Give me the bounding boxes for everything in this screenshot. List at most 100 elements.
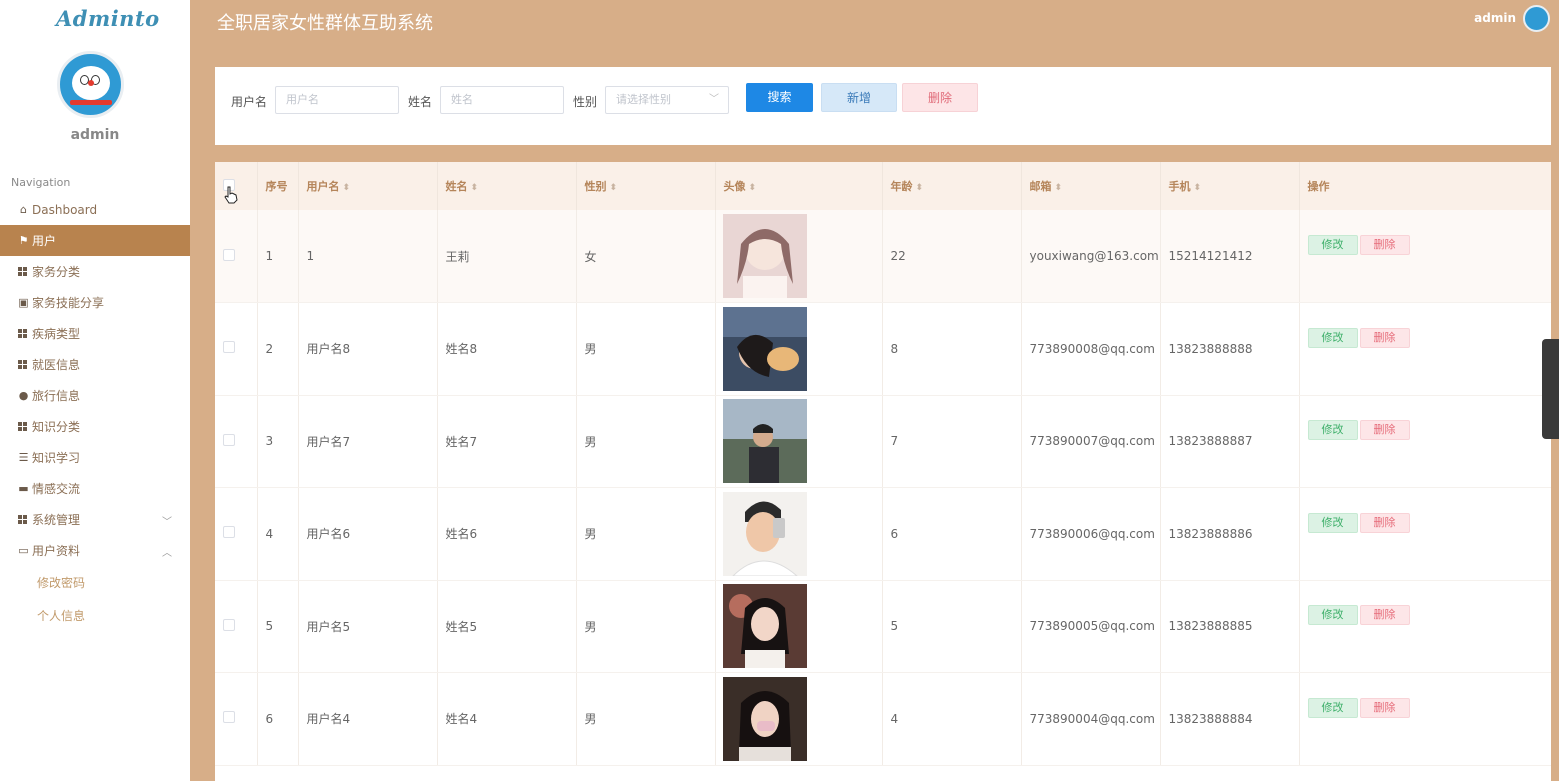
sidebar-item-travel-info[interactable]: ● 旅行信息 bbox=[0, 380, 190, 411]
edit-button[interactable]: 修改 bbox=[1307, 235, 1358, 255]
cell-name: 姓名7 bbox=[437, 395, 577, 488]
table-row[interactable]: 5 用户名5 姓名5 男 5 773890005@qq.com 13823888… bbox=[215, 580, 1551, 673]
cell-index: 1 bbox=[257, 210, 299, 303]
row-checkbox[interactable] bbox=[223, 341, 235, 354]
cell-gender: 男 bbox=[576, 672, 716, 766]
sidebar-item-knowledge-learning[interactable]: ☰ 知识学习 bbox=[0, 442, 190, 473]
row-checkbox[interactable] bbox=[223, 433, 235, 446]
delete-button[interactable]: 删除 bbox=[1359, 327, 1410, 348]
avatar-image bbox=[722, 214, 807, 298]
monitor-icon: ▬ bbox=[18, 482, 29, 495]
column-header-age[interactable]: 年龄 ⬍ bbox=[882, 162, 1022, 210]
edit-button[interactable]: 修改 bbox=[1307, 512, 1358, 533]
table-row[interactable]: 4 用户名6 姓名6 男 6 773890006@qq.com 13823888… bbox=[215, 487, 1551, 581]
gender-select[interactable]: 请选择性别 ﹀ bbox=[605, 86, 729, 114]
cell-phone: 13823888888 bbox=[1160, 302, 1300, 396]
cell-avatar bbox=[715, 487, 883, 581]
sort-icon[interactable]: ⬍ bbox=[916, 183, 924, 193]
row-checkbox[interactable] bbox=[223, 526, 235, 539]
delete-button[interactable]: 删除 bbox=[1359, 697, 1410, 718]
app-logo[interactable]: Adminto bbox=[56, 6, 160, 31]
edit-button[interactable]: 修改 bbox=[1307, 697, 1358, 718]
sidebar-item-housework-skills[interactable]: ▣ 家务技能分享 bbox=[0, 287, 190, 318]
grid-icon bbox=[18, 515, 27, 524]
column-header-avatar[interactable]: 头像 ⬍ bbox=[715, 162, 883, 210]
batch-delete-button[interactable]: 删除 bbox=[902, 83, 978, 112]
table-row[interactable]: 6 用户名4 姓名4 男 4 773890004@qq.com 13823888… bbox=[215, 672, 1551, 766]
sidebar-item-knowledge-category[interactable]: 知识分类 bbox=[0, 411, 190, 442]
cell-avatar bbox=[715, 672, 883, 766]
sort-icon[interactable]: ⬍ bbox=[1194, 183, 1202, 193]
avatar-image bbox=[722, 491, 807, 576]
sidebar-item-users[interactable]: ⚑ 用户 bbox=[0, 225, 190, 256]
cell-index: 5 bbox=[257, 580, 299, 673]
user-table: 序号 用户名 ⬍ 姓名 ⬍ 性别 ⬍ 头像 ⬍ 年龄 ⬍ 邮箱 ⬍ 手机 ⬍ 操作 1 1 王… bbox=[215, 162, 1551, 781]
home-icon: ⌂ bbox=[20, 203, 27, 216]
sidebar-item-label: 知识学习 bbox=[32, 451, 81, 465]
edit-button[interactable]: 修改 bbox=[1307, 327, 1358, 348]
sidebar-item-housework-category[interactable]: 家务分类 bbox=[0, 256, 190, 287]
delete-button[interactable]: 删除 bbox=[1359, 512, 1410, 533]
cell-index: 4 bbox=[257, 487, 299, 581]
cell-email: 773890007@qq.com bbox=[1021, 395, 1161, 488]
sort-icon[interactable]: ⬍ bbox=[610, 183, 618, 193]
column-header-phone[interactable]: 手机 ⬍ bbox=[1160, 162, 1300, 210]
sidebar-item-dashboard[interactable]: ⌂ Dashboard bbox=[0, 194, 190, 225]
header-avatar[interactable] bbox=[1523, 5, 1550, 32]
sidebar-subitem-change-password[interactable]: 修改密码 bbox=[0, 566, 190, 599]
sidebar-item-label: 用户资料 bbox=[32, 544, 81, 558]
delete-button[interactable]: 删除 bbox=[1359, 605, 1410, 626]
table-row[interactable]: 3 用户名7 姓名7 男 7 773890007@qq.com 13823888… bbox=[215, 395, 1551, 488]
cell-avatar bbox=[715, 302, 883, 396]
cell-email: 773890004@qq.com bbox=[1021, 672, 1161, 766]
row-checkbox[interactable] bbox=[223, 618, 235, 631]
column-header-gender[interactable]: 性别 ⬍ bbox=[576, 162, 716, 210]
cell-actions: 修改 删除 bbox=[1299, 580, 1551, 673]
cell-gender: 男 bbox=[576, 580, 716, 673]
delete-button[interactable]: 删除 bbox=[1359, 235, 1410, 255]
add-button[interactable]: 新增 bbox=[821, 83, 897, 112]
cell-age: 6 bbox=[882, 487, 1022, 581]
sidebar-item-user-profile[interactable]: ▭ 用户资料 ︿ bbox=[0, 535, 190, 566]
sidebar-item-medical-info[interactable]: 就医信息 bbox=[0, 349, 190, 380]
avatar-image bbox=[722, 306, 807, 391]
cell-actions: 修改 删除 bbox=[1299, 395, 1551, 488]
sidebar-item-label: 家务分类 bbox=[32, 265, 81, 279]
username-input[interactable]: 用户名 bbox=[275, 86, 399, 114]
column-header-email[interactable]: 邮箱 ⬍ bbox=[1021, 162, 1161, 210]
name-input[interactable]: 姓名 bbox=[440, 86, 564, 114]
sidebar-item-emotional-exchange[interactable]: ▬ 情感交流 bbox=[0, 473, 190, 504]
header-user-name[interactable]: admin bbox=[1474, 11, 1516, 25]
sidebar-user-name: admin bbox=[70, 127, 120, 143]
cell-age: 5 bbox=[882, 580, 1022, 673]
cell-email: 773890005@qq.com bbox=[1021, 580, 1161, 673]
sidebar-subitem-personal-info[interactable]: 个人信息 bbox=[0, 599, 190, 632]
sort-icon[interactable]: ⬍ bbox=[343, 183, 351, 193]
delete-button[interactable]: 删除 bbox=[1359, 420, 1410, 441]
scroll-handle[interactable] bbox=[1542, 339, 1559, 439]
row-checkbox[interactable] bbox=[223, 711, 235, 724]
cell-email: youxiwang@163.com bbox=[1021, 210, 1161, 303]
table-row[interactable]: 1 1 王莉 女 22 youxiwang@163.com 1521412141… bbox=[215, 210, 1551, 303]
column-header-username[interactable]: 用户名 ⬍ bbox=[298, 162, 438, 210]
cell-name: 姓名8 bbox=[437, 302, 577, 396]
edit-button[interactable]: 修改 bbox=[1307, 605, 1358, 626]
edit-button[interactable]: 修改 bbox=[1307, 420, 1358, 441]
sort-icon[interactable]: ⬍ bbox=[471, 183, 479, 193]
row-checkbox[interactable] bbox=[223, 248, 235, 261]
sidebar-item-disease-type[interactable]: 疾病类型 bbox=[0, 318, 190, 349]
cell-username: 用户名7 bbox=[298, 395, 438, 488]
search-button[interactable]: 搜索 bbox=[746, 83, 813, 112]
table-row[interactable]: 2 用户名8 姓名8 男 8 773890008@qq.com 13823888… bbox=[215, 302, 1551, 396]
sidebar-item-label: 家务技能分享 bbox=[32, 296, 105, 310]
avatar[interactable] bbox=[57, 51, 124, 118]
cell-name: 姓名6 bbox=[437, 487, 577, 581]
sidebar-item-system-management[interactable]: 系统管理 ﹀ bbox=[0, 504, 190, 535]
sort-icon[interactable]: ⬍ bbox=[1055, 183, 1063, 193]
cell-username: 用户名6 bbox=[298, 487, 438, 581]
sort-icon[interactable]: ⬍ bbox=[749, 183, 757, 193]
cell-phone: 13823888887 bbox=[1160, 395, 1300, 488]
cell-index: 6 bbox=[257, 672, 299, 766]
column-header-name[interactable]: 姓名 ⬍ bbox=[437, 162, 577, 210]
avatar-image bbox=[722, 399, 807, 484]
